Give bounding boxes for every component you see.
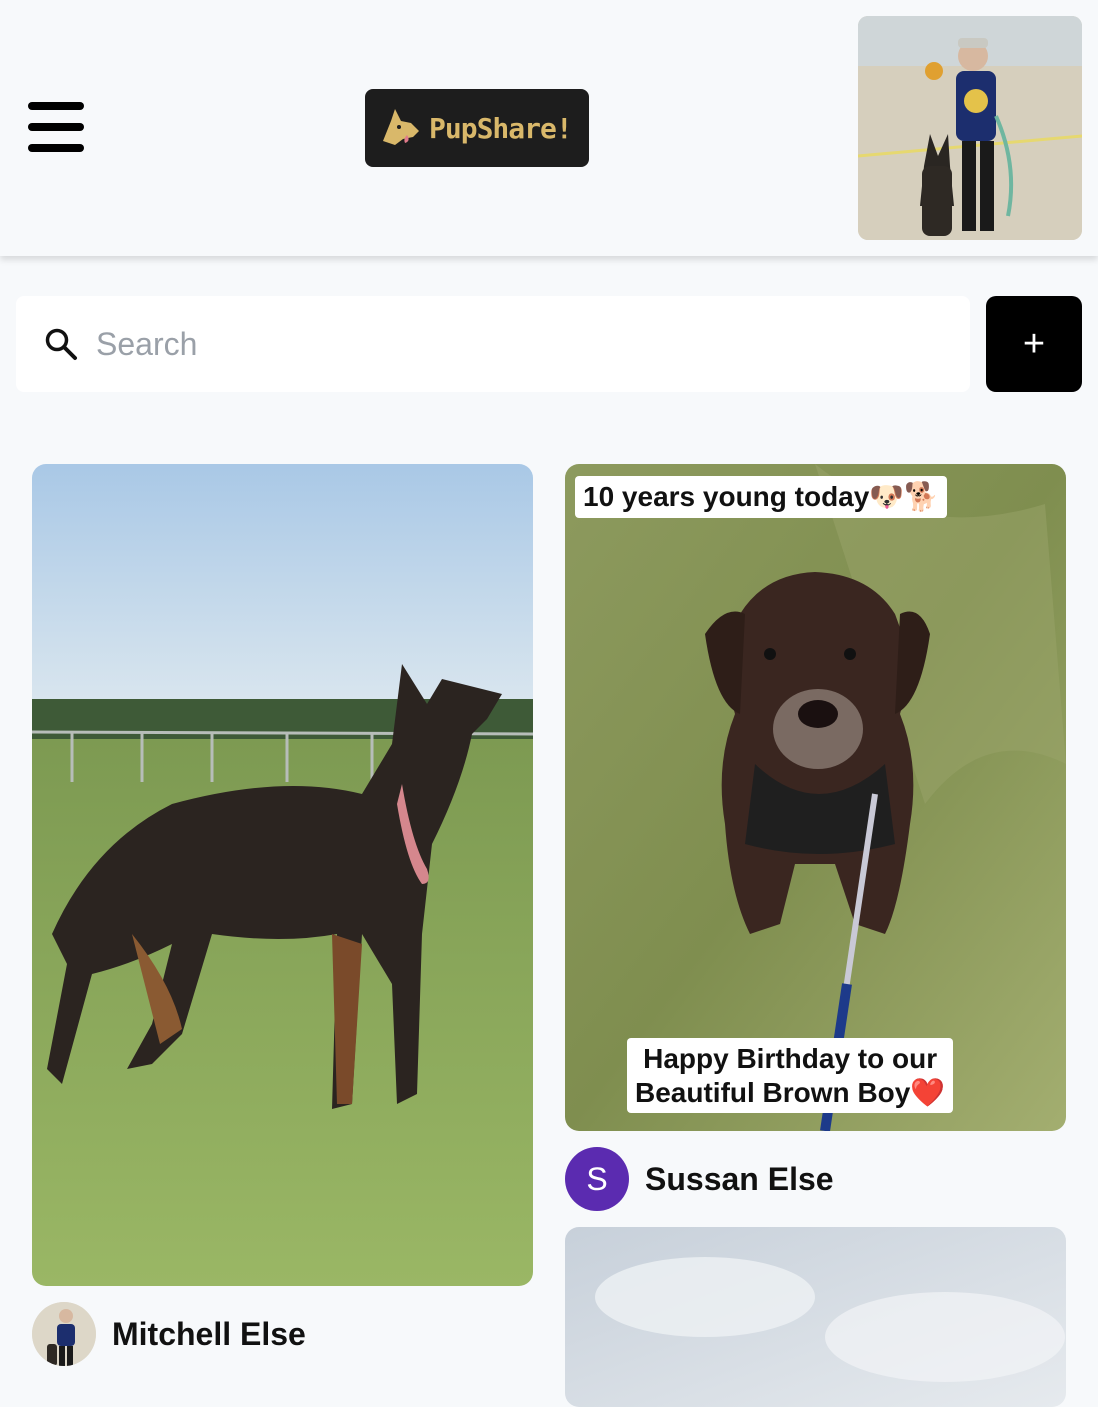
dog-photo-lab — [565, 464, 1066, 1131]
photo-caption-bottom: Happy Birthday to our Beautiful Brown Bo… — [627, 1038, 954, 1114]
caption-line: Beautiful Brown Boy❤️ — [635, 1076, 946, 1108]
search-bar — [16, 296, 970, 392]
search-icon — [45, 328, 77, 360]
hamburger-menu-icon[interactable] — [28, 102, 84, 152]
pin-author[interactable]: S Sussan Else — [565, 1147, 834, 1211]
avatar-photo-illustration — [32, 1302, 96, 1366]
app-logo[interactable]: PupShare! — [365, 89, 589, 167]
avatar — [32, 1302, 96, 1366]
user-profile-photo[interactable] — [858, 16, 1082, 240]
profile-photo-illustration — [858, 16, 1082, 240]
pin-image[interactable]: 10 years young today🐶🐕 Happy Birthday to… — [565, 464, 1066, 1131]
pin-author[interactable]: Mitchell Else — [32, 1302, 306, 1366]
avatar: S — [565, 1147, 629, 1211]
photo-caption-top: 10 years young today🐶🐕 — [575, 476, 948, 518]
author-name: Mitchell Else — [112, 1315, 306, 1352]
app-header: PupShare! — [0, 0, 1098, 256]
dog-head-icon — [383, 109, 419, 145]
logo-text: PupShare! — [429, 111, 573, 145]
caption-line: Happy Birthday to our — [643, 1043, 938, 1074]
pin-image[interactable] — [565, 1227, 1066, 1407]
photo-partial — [565, 1227, 1066, 1407]
search-input[interactable] — [96, 325, 916, 363]
author-name: Sussan Else — [645, 1160, 834, 1197]
plus-icon: + — [1022, 322, 1046, 365]
dog-photo-shepherd — [32, 464, 533, 1286]
pin-image[interactable] — [32, 464, 533, 1286]
add-pin-button[interactable]: + — [986, 296, 1082, 392]
